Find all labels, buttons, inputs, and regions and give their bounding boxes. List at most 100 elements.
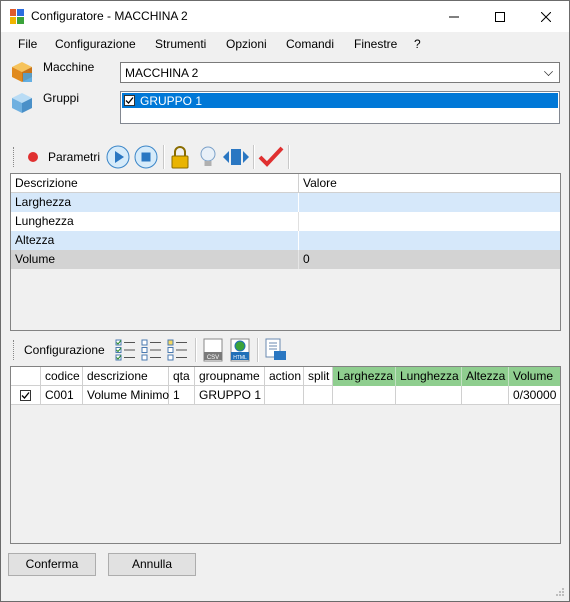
- cell-groupname[interactable]: GRUPPO 1: [195, 386, 265, 405]
- toolbar-separator: [195, 338, 197, 362]
- table-row[interactable]: Altezza: [11, 231, 560, 250]
- gruppi-list[interactable]: GRUPPO 1: [120, 91, 560, 124]
- table-row[interactable]: C001 Volume Minimo 1 GRUPPO 1 0/30000: [11, 386, 560, 405]
- configurazione-grid[interactable]: codice descrizione qta groupname action …: [10, 366, 561, 544]
- minimize-button[interactable]: [431, 1, 477, 32]
- table-row[interactable]: Larghezza: [11, 193, 560, 212]
- close-icon: [541, 11, 551, 22]
- cell-qta[interactable]: 1: [169, 386, 195, 405]
- cell-valore[interactable]: 0: [299, 250, 560, 269]
- svg-text:CSV: CSV: [207, 355, 219, 361]
- macchine-value: MACCHINA 2: [125, 66, 199, 80]
- app-icon: [10, 9, 24, 24]
- checkmark-icon[interactable]: [258, 146, 284, 168]
- gruppo-label: GRUPPO 1: [140, 94, 203, 108]
- lightbulb-icon[interactable]: [198, 145, 218, 169]
- svg-text:HTML: HTML: [233, 355, 247, 361]
- header-valore[interactable]: Valore: [299, 174, 560, 193]
- list-edit-icon[interactable]: [167, 338, 189, 362]
- check-icon: [21, 392, 30, 399]
- cell-descrizione: Volume: [11, 250, 299, 269]
- header-volume[interactable]: Volume: [509, 367, 560, 386]
- csv-export-icon[interactable]: CSV: [202, 338, 224, 362]
- configurazione-toolbar: Configurazione CSV HTML: [9, 335, 561, 365]
- confirm-button[interactable]: Conferma: [8, 553, 96, 576]
- list-uncheck-icon[interactable]: [141, 338, 163, 362]
- header-altezza[interactable]: Altezza: [462, 367, 509, 386]
- header-descrizione[interactable]: descrizione: [83, 367, 169, 386]
- parametri-grid[interactable]: Descrizione Valore Larghezza Lunghezza A…: [10, 173, 561, 331]
- header-codice[interactable]: codice: [41, 367, 83, 386]
- table-row[interactable]: Volume 0: [11, 250, 560, 269]
- resize-arrows-icon[interactable]: [223, 147, 249, 167]
- macchine-label: Macchine: [43, 60, 95, 74]
- toolbar-grip[interactable]: [13, 340, 16, 360]
- menu-bar: File Configurazione Strumenti Opzioni Co…: [1, 33, 569, 55]
- grid-header: codice descrizione qta groupname action …: [11, 367, 560, 386]
- cell-split[interactable]: [304, 386, 333, 405]
- list-check-all-icon[interactable]: [115, 338, 137, 362]
- maximize-icon: [495, 11, 505, 22]
- cell-descrizione: Lunghezza: [11, 212, 299, 231]
- minimize-icon: [449, 16, 459, 17]
- cancel-button[interactable]: Annulla: [108, 553, 196, 576]
- check-icon: [125, 97, 134, 104]
- toolbar-separator: [288, 145, 290, 169]
- toolbar-separator: [163, 145, 165, 169]
- header-larghezza[interactable]: Larghezza: [333, 367, 396, 386]
- print-preview-icon[interactable]: [263, 338, 287, 362]
- cell-select[interactable]: [11, 386, 41, 405]
- cell-descrizione[interactable]: Volume Minimo: [83, 386, 169, 405]
- cell-valore[interactable]: [299, 231, 560, 250]
- close-button[interactable]: [523, 1, 569, 32]
- chevron-down-icon: [544, 67, 553, 76]
- group-cube-icon: [12, 93, 32, 113]
- html-export-icon[interactable]: HTML: [229, 338, 251, 362]
- menu-strumenti[interactable]: Strumenti: [155, 37, 206, 51]
- cell-altezza[interactable]: [462, 386, 509, 405]
- stop-icon[interactable]: [134, 145, 158, 169]
- cell-volume[interactable]: 0/30000: [509, 386, 560, 405]
- header-descrizione[interactable]: Descrizione: [11, 174, 299, 193]
- table-row[interactable]: Lunghezza: [11, 212, 560, 231]
- header-split[interactable]: split: [304, 367, 333, 386]
- resize-grip-icon[interactable]: [555, 587, 565, 597]
- header-groupname[interactable]: groupname: [195, 367, 265, 386]
- gruppo-checkbox[interactable]: [124, 95, 135, 106]
- macchine-select[interactable]: MACCHINA 2: [120, 62, 560, 83]
- play-icon[interactable]: [106, 145, 130, 169]
- toolbar-separator: [253, 145, 255, 169]
- toolbar-grip[interactable]: [13, 147, 16, 167]
- parametri-toolbar: Parametri: [9, 142, 561, 172]
- cell-valore[interactable]: [299, 193, 560, 212]
- menu-opzioni[interactable]: Opzioni: [226, 37, 267, 51]
- header-qta[interactable]: qta: [169, 367, 195, 386]
- configurazione-label: Configurazione: [24, 343, 105, 357]
- lock-icon[interactable]: [169, 145, 191, 169]
- row-checkbox[interactable]: [20, 390, 31, 401]
- header-action[interactable]: action: [265, 367, 304, 386]
- record-icon: [28, 152, 38, 162]
- cell-descrizione: Altezza: [11, 231, 299, 250]
- menu-file[interactable]: File: [18, 37, 37, 51]
- menu-configurazione[interactable]: Configurazione: [55, 37, 136, 51]
- toolbar-separator: [257, 338, 259, 362]
- cell-lunghezza[interactable]: [396, 386, 462, 405]
- cell-descrizione: Larghezza: [11, 193, 299, 212]
- maximize-button[interactable]: [477, 1, 523, 32]
- menu-comandi[interactable]: Comandi: [286, 37, 334, 51]
- machine-cube-icon: [12, 62, 32, 82]
- cell-larghezza[interactable]: [333, 386, 396, 405]
- window-title: Configuratore - MACCHINA 2: [31, 9, 188, 23]
- cell-valore[interactable]: [299, 212, 560, 231]
- header-select[interactable]: [11, 367, 41, 386]
- parametri-label: Parametri: [48, 150, 101, 164]
- menu-finestre[interactable]: Finestre: [354, 37, 397, 51]
- cell-action[interactable]: [265, 386, 304, 405]
- cell-codice[interactable]: C001: [41, 386, 83, 405]
- list-item[interactable]: GRUPPO 1: [122, 93, 558, 108]
- header-lunghezza[interactable]: Lunghezza: [396, 367, 462, 386]
- title-bar: Configuratore - MACCHINA 2: [1, 1, 569, 32]
- menu-help[interactable]: ?: [414, 37, 421, 51]
- gruppi-label: Gruppi: [43, 91, 80, 105]
